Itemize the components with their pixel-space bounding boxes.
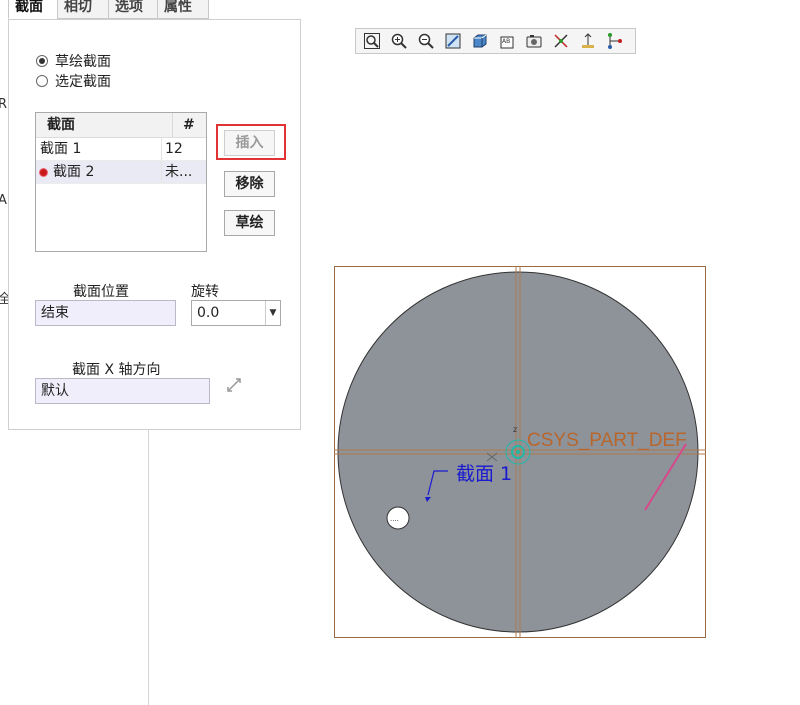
radio-selected-icon[interactable]: [36, 55, 48, 67]
column-header-count[interactable]: #: [173, 113, 195, 137]
view-manager-icon[interactable]: [522, 30, 546, 52]
section-count: 12: [165, 141, 183, 157]
sections-list: 截面 # 截面 1 12 截面 2 未...: [35, 112, 207, 252]
zoom-fit-icon[interactable]: [360, 30, 384, 52]
sketched-sections-option[interactable]: 草绘截面: [36, 51, 111, 71]
csys-label[interactable]: CSYS_PART_DEF: [527, 430, 687, 451]
annotation-display-icon[interactable]: [576, 30, 600, 52]
radio-unselected-icon[interactable]: [36, 75, 48, 87]
x-axis-direction-field[interactable]: 默认: [35, 378, 210, 404]
display-style-icon[interactable]: [468, 30, 492, 52]
tab-tangency[interactable]: 相切: [57, 0, 109, 19]
rotation-select[interactable]: 0.0 ▼: [191, 300, 281, 326]
dashboard-tabs: 截面 相切 选项 属性: [0, 0, 232, 20]
section-name: 截面 1: [40, 141, 82, 157]
section-name: 截面 2: [53, 164, 95, 180]
active-section-marker-icon: [40, 168, 47, 176]
section-label[interactable]: 截面 1: [456, 463, 512, 485]
svg-text:....: ....: [390, 515, 399, 523]
list-item[interactable]: 截面 1 12: [36, 138, 206, 161]
insert-button[interactable]: 插入: [224, 130, 275, 156]
section-location-label: 截面位置: [73, 284, 129, 300]
sections-list-header: 截面 #: [36, 113, 206, 138]
section-start-marker-icon[interactable]: ....: [386, 506, 410, 530]
zoom-out-icon[interactable]: [414, 30, 438, 52]
list-item[interactable]: 截面 2 未...: [36, 161, 206, 184]
tab-properties[interactable]: 属性: [157, 0, 209, 19]
tree-edge-char: A: [0, 193, 7, 208]
tab-sections[interactable]: 截面: [8, 0, 58, 19]
graphics-toolbar: AB: [355, 28, 636, 54]
saved-views-icon[interactable]: AB: [495, 30, 519, 52]
svg-text:AB: AB: [502, 38, 510, 45]
rotation-value: 0.0: [197, 305, 220, 321]
selected-sections-option[interactable]: 选定截面: [36, 71, 111, 91]
sketch-button[interactable]: 草绘: [224, 210, 275, 236]
sections-panel: 草绘截面 选定截面 截面 # 截面 1 12 截面 2 未... 插入 移除 草…: [8, 19, 301, 430]
tree-edge-char: R: [0, 97, 8, 112]
rotation-label: 旋转: [191, 284, 219, 300]
selected-sections-label: 选定截面: [55, 74, 111, 90]
column-header-section[interactable]: 截面: [36, 113, 173, 137]
repaint-icon[interactable]: [441, 30, 465, 52]
chevron-down-icon[interactable]: ▼: [265, 301, 280, 325]
section-count: 未...: [165, 164, 193, 180]
sketched-sections-label: 草绘截面: [55, 54, 111, 70]
x-axis-direction-label: 截面 X 轴方向: [72, 362, 161, 378]
tab-options[interactable]: 选项: [108, 0, 158, 19]
zoom-in-icon[interactable]: [387, 30, 411, 52]
svg-text:z: z: [513, 425, 517, 434]
flip-direction-icon[interactable]: [225, 376, 243, 394]
datum-display-icon[interactable]: [549, 30, 573, 52]
spin-center-icon[interactable]: [603, 30, 627, 52]
section-location-field[interactable]: 结束: [35, 300, 176, 326]
remove-button[interactable]: 移除: [224, 171, 275, 197]
